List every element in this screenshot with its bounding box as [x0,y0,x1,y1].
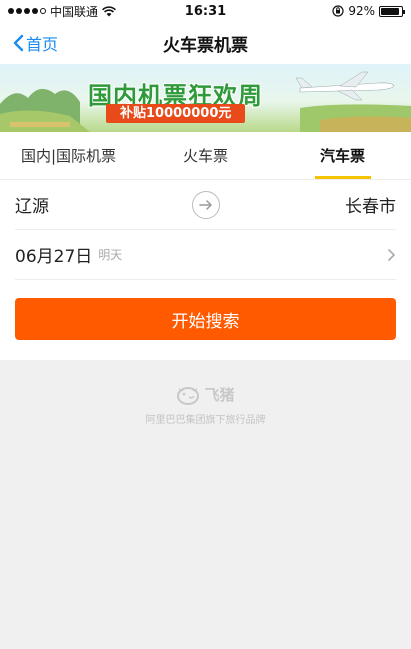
chevron-left-icon [13,34,24,52]
status-left: 中国联通 [8,3,116,20]
brand-tagline: 阿里巴巴集团旗下旅行品牌 [145,415,266,426]
tab-label: 国内|国际机票 [20,147,117,165]
back-button[interactable]: 首页 [12,22,58,64]
arrow-right-icon [198,199,212,210]
brand-footer: 飞猪 阿里巴巴集团旗下旅行品牌 [0,384,411,426]
carrier-label: 中国联通 [50,4,99,19]
ticket-type-tabs: 国内|国际机票 火车票 汽车票 [0,132,411,180]
rotation-lock-icon [332,5,344,17]
page-title: 火车票机票 [163,35,248,56]
search-button[interactable]: 开始搜索 [15,298,396,340]
signal-strength-icon [8,8,46,14]
swap-cities-button[interactable] [191,190,220,219]
search-button-wrap: 开始搜索 [15,280,396,360]
promo-banner[interactable]: 国内机票狂欢周 补贴10000000元 [0,64,411,132]
airplane-icon [295,71,395,101]
tab-bus[interactable]: 汽车票 [274,132,411,179]
status-right: 92% [332,4,405,18]
battery-percent: 92% [348,4,375,18]
fliggy-logo-icon [177,386,200,405]
back-label: 首页 [26,35,59,54]
brand-logo: 飞猪 [176,384,235,405]
battery-icon [379,5,405,17]
date-selector[interactable]: 06月27日 明天 [15,230,396,280]
tab-train[interactable]: 火车票 [137,132,274,179]
date-hint: 明天 [98,248,123,262]
arrival-city[interactable]: 长春市 [345,192,396,217]
departure-city[interactable]: 辽源 [15,192,49,217]
wifi-icon [102,5,116,16]
status-bar: 中国联通 16:31 92% [0,0,411,22]
departure-date: 06月27日 [15,247,93,267]
status-time: 16:31 [184,3,227,19]
nav-bar: 首页 火车票机票 [0,22,411,64]
search-form: 辽源 长春市 06月27日 明天 开始搜索 [0,180,411,360]
tab-flights[interactable]: 国内|国际机票 [0,132,137,179]
route-row: 辽源 长春市 [15,180,396,230]
brand-name: 飞猪 [204,386,235,404]
chevron-right-icon [388,248,395,261]
banner-subtitle: 补贴10000000元 [106,104,246,123]
tab-label: 火车票 [182,147,228,165]
tab-label: 汽车票 [319,147,365,165]
